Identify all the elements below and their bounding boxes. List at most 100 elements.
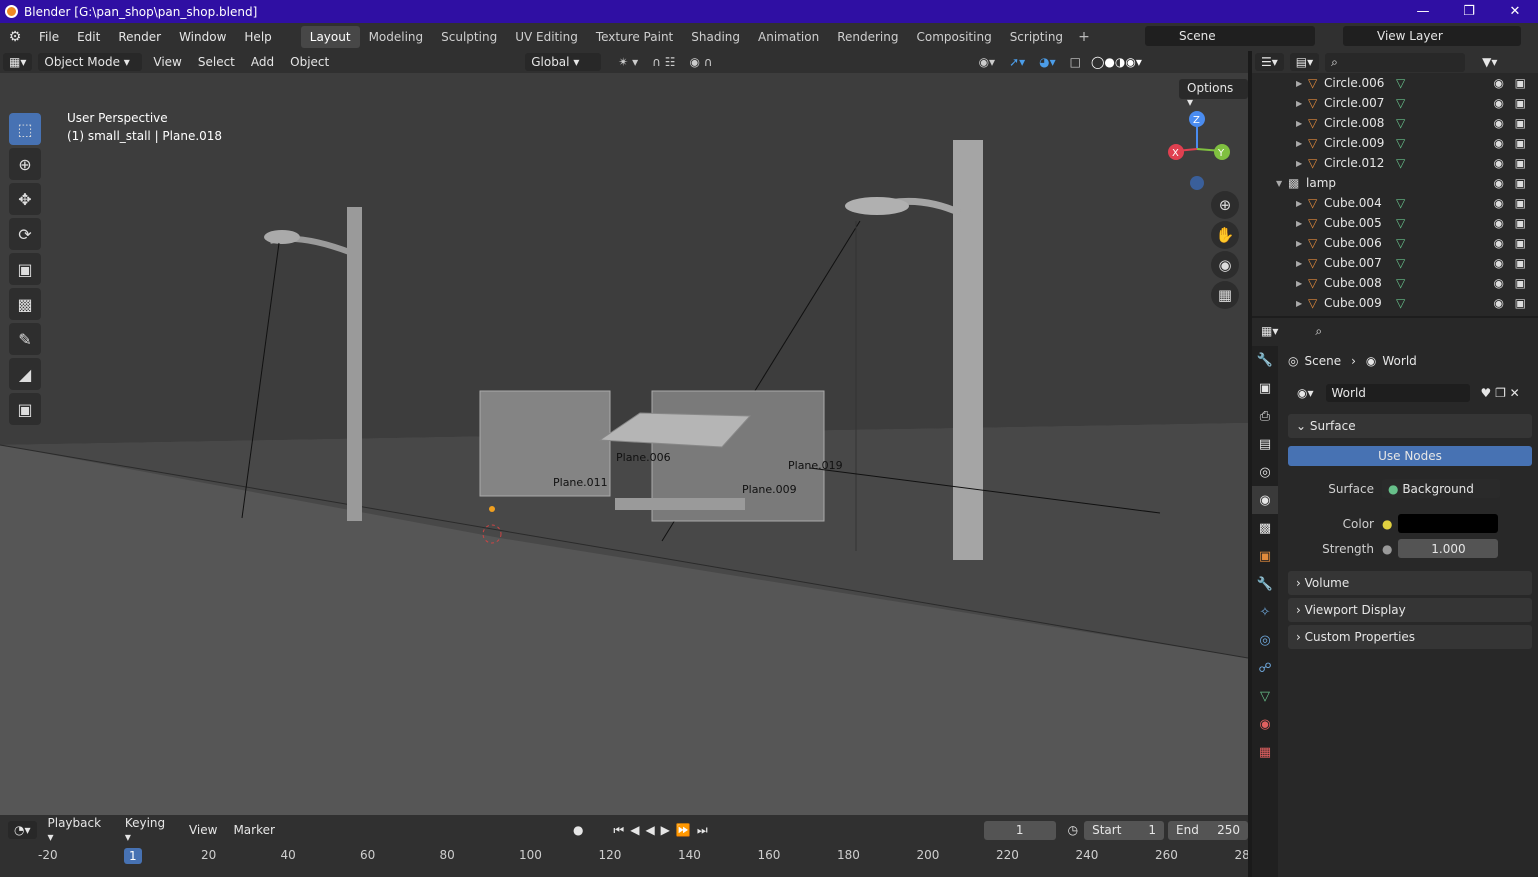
- camera-icon[interactable]: ▣: [1515, 76, 1526, 90]
- camera-icon[interactable]: ▣: [1515, 256, 1526, 270]
- camera-icon[interactable]: ▣: [1515, 136, 1526, 150]
- outliner-row[interactable]: ▶ ▽ Cube.008 ▽ ◉ ▣: [1252, 273, 1538, 293]
- proportional-edit-icon[interactable]: ◉ ∩: [689, 55, 712, 69]
- outliner-row[interactable]: ▼ ▩ lamp ◉ ▣: [1252, 173, 1538, 193]
- display-mode-icon[interactable]: ▤▾: [1289, 53, 1320, 71]
- outliner-row[interactable]: ▶ ▽ Cube.006 ▽ ◉ ▣: [1252, 233, 1538, 253]
- fake-user-icon[interactable]: ♥ ❐ ✕: [1481, 386, 1520, 400]
- pivot-icon[interactable]: ✴ ▾: [618, 55, 638, 69]
- add-workspace-icon[interactable]: +: [1072, 29, 1096, 45]
- timeline-editor-icon[interactable]: ◔▾: [8, 821, 37, 839]
- tab-sculpting[interactable]: Sculpting: [432, 26, 506, 48]
- tab-layout[interactable]: Layout: [300, 26, 360, 48]
- tab-scripting[interactable]: Scripting: [1001, 26, 1072, 48]
- menu-file[interactable]: File: [30, 30, 68, 44]
- timeline-view-menu[interactable]: View: [181, 823, 225, 837]
- xray-icon[interactable]: □: [1070, 55, 1081, 69]
- menu-render[interactable]: Render: [109, 30, 170, 44]
- keying-menu[interactable]: Keying ▾: [119, 816, 181, 844]
- chevron-right-icon[interactable]: ▶: [1296, 79, 1308, 88]
- eye-icon[interactable]: ◉: [1494, 256, 1504, 270]
- chevron-right-icon[interactable]: ▶: [1296, 239, 1308, 248]
- eye-icon[interactable]: ◉: [1494, 116, 1504, 130]
- physics-tab-icon[interactable]: ◎: [1252, 626, 1278, 654]
- chevron-down-icon[interactable]: ▼: [1276, 179, 1288, 188]
- particles-tab-icon[interactable]: ✧: [1252, 598, 1278, 626]
- modifier-tab-icon[interactable]: 🔧: [1252, 570, 1278, 598]
- outliner-row[interactable]: ▶ ▽ Cube.007 ▽ ◉ ▣: [1252, 253, 1538, 273]
- eye-icon[interactable]: ◉: [1494, 236, 1504, 250]
- restore-button[interactable]: ❐: [1446, 0, 1492, 23]
- navigation-gizmo[interactable]: Z Y X: [1162, 111, 1232, 191]
- chevron-right-icon[interactable]: ▶: [1296, 219, 1308, 228]
- eye-icon[interactable]: ◉: [1494, 216, 1504, 230]
- camera-icon[interactable]: ◉: [1211, 251, 1239, 279]
- rotate-tool[interactable]: ⟳: [9, 218, 41, 250]
- zoom-icon[interactable]: ⊕: [1211, 191, 1239, 219]
- outliner-row[interactable]: ▶▽Cylinder.000▽◉▣: [1252, 313, 1538, 316]
- options-dropdown[interactable]: Options ▾: [1179, 79, 1248, 109]
- editor-type-icon[interactable]: ▦▾: [3, 53, 33, 71]
- select-box-tool[interactable]: ⬚: [9, 113, 41, 145]
- object-tab-icon[interactable]: ▣: [1252, 542, 1278, 570]
- visibility-icon[interactable]: ◉▾: [979, 55, 996, 69]
- outliner-row[interactable]: ▶ ▽ Cube.004 ▽ ◉ ▣: [1252, 193, 1538, 213]
- chevron-right-icon[interactable]: ▶: [1296, 299, 1308, 308]
- camera-icon[interactable]: ▣: [1515, 176, 1526, 190]
- blender-menu-icon[interactable]: ⚙: [0, 29, 30, 45]
- minimize-button[interactable]: —: [1400, 0, 1446, 23]
- tab-uv-editing[interactable]: UV Editing: [506, 26, 587, 48]
- menu-edit[interactable]: Edit: [68, 30, 109, 44]
- mode-dropdown[interactable]: Object Mode ▾: [38, 53, 143, 71]
- chevron-right-icon[interactable]: ▶: [1296, 139, 1308, 148]
- chevron-right-icon[interactable]: ▶: [1296, 259, 1308, 268]
- object-menu[interactable]: Object: [282, 55, 337, 69]
- snap-icon[interactable]: ∩ ☷: [652, 55, 675, 69]
- world-name-field[interactable]: World: [1325, 384, 1470, 402]
- collection-tab-icon[interactable]: ▩: [1252, 514, 1278, 542]
- marker-menu[interactable]: Marker: [225, 823, 282, 837]
- menu-window[interactable]: Window: [170, 30, 235, 44]
- overlays-icon[interactable]: ◕▾: [1039, 55, 1056, 69]
- camera-icon[interactable]: ▣: [1515, 216, 1526, 230]
- material-tab-icon[interactable]: ◉: [1252, 710, 1278, 738]
- volume-section[interactable]: › Volume: [1288, 571, 1532, 595]
- viewport-display-section[interactable]: › Viewport Display: [1288, 598, 1532, 622]
- use-nodes-button[interactable]: Use Nodes: [1288, 446, 1532, 466]
- properties-editor-icon[interactable]: ▦▾: [1255, 322, 1285, 340]
- surface-shader-field[interactable]: ● Background: [1382, 479, 1500, 498]
- strength-field[interactable]: 1.000: [1398, 539, 1499, 558]
- menu-help[interactable]: Help: [235, 30, 280, 44]
- outliner-search-input[interactable]: ⌕: [1325, 52, 1466, 72]
- color-swatch[interactable]: [1398, 514, 1499, 533]
- tab-shading[interactable]: Shading: [682, 26, 749, 48]
- chevron-right-icon[interactable]: ▶: [1296, 159, 1308, 168]
- render-tab-icon[interactable]: ▣: [1252, 374, 1278, 402]
- tool-tab-icon[interactable]: 🔧: [1252, 346, 1278, 374]
- scene-selector[interactable]: Scene: [1145, 26, 1315, 46]
- filter-icon[interactable]: ▼▾: [1482, 55, 1497, 69]
- close-button[interactable]: ✕: [1492, 0, 1538, 23]
- outliner-row[interactable]: ▶ ▽ Circle.006 ▽ ◉ ▣: [1252, 73, 1538, 93]
- move-tool[interactable]: ✥: [9, 183, 41, 215]
- measure-tool[interactable]: ◢: [9, 358, 41, 390]
- tab-rendering[interactable]: Rendering: [828, 26, 907, 48]
- tab-modeling[interactable]: Modeling: [360, 26, 433, 48]
- view-layer-selector[interactable]: View Layer: [1343, 26, 1521, 46]
- camera-icon[interactable]: ▣: [1515, 236, 1526, 250]
- end-frame-field[interactable]: End 250: [1168, 820, 1248, 840]
- gizmo-icon[interactable]: ➚▾: [1009, 55, 1025, 69]
- camera-icon[interactable]: ▣: [1515, 156, 1526, 170]
- custom-properties-section[interactable]: › Custom Properties: [1288, 625, 1532, 649]
- eye-icon[interactable]: ◉: [1494, 156, 1504, 170]
- surface-section[interactable]: ⌄ Surface: [1288, 414, 1532, 438]
- outliner-row[interactable]: ▶ ▽ Circle.009 ▽ ◉ ▣: [1252, 133, 1538, 153]
- world-browse-icon[interactable]: ◉▾: [1291, 384, 1320, 402]
- chevron-right-icon[interactable]: ▶: [1296, 279, 1308, 288]
- playback-controls-icon[interactable]: ⏮◀◀▶⏩⏭: [613, 823, 713, 838]
- orientation-dropdown[interactable]: Global ▾: [525, 53, 602, 71]
- eye-icon[interactable]: ◉: [1494, 76, 1504, 90]
- eye-icon[interactable]: ◉: [1494, 196, 1504, 210]
- select-menu[interactable]: Select: [190, 55, 243, 69]
- camera-icon[interactable]: ▣: [1515, 276, 1526, 290]
